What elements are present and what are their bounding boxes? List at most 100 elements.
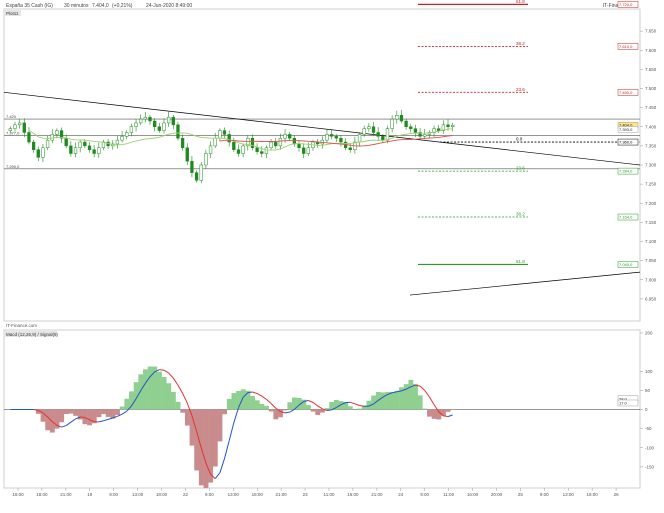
candle-body — [167, 117, 170, 123]
candle-body — [32, 142, 35, 150]
osc-histogram-bar — [250, 396, 255, 410]
candle-body — [386, 129, 389, 140]
candle-body — [302, 148, 305, 154]
x-axis-label: 26 — [614, 492, 620, 497]
candle-body — [284, 134, 287, 138]
candle-body — [242, 146, 245, 154]
price-panel-frame — [4, 9, 640, 321]
price-axis-label: 6.950 — [645, 296, 657, 301]
x-axis-label: 16:00 — [347, 492, 359, 497]
osc-histogram-bar — [446, 410, 451, 412]
candle-body — [279, 138, 282, 146]
candle-body — [335, 136, 338, 138]
candle-body — [409, 127, 412, 129]
candle-body — [218, 131, 221, 139]
candle-body — [200, 165, 203, 180]
osc-title: Macd (12,26,9) / Signal(9) — [6, 332, 59, 337]
candle-body — [23, 123, 26, 133]
x-axis-label: 18:00 — [252, 492, 264, 497]
candle-body — [447, 125, 450, 127]
osc-histogram-bar — [273, 410, 278, 420]
candle-body — [400, 115, 403, 121]
candle-body — [130, 127, 133, 133]
osc-value-label: 17.0 — [619, 400, 628, 405]
fibo-level-label: 23.6 — [516, 87, 525, 92]
osc-histogram-bar — [427, 410, 432, 417]
candle-body — [135, 123, 138, 127]
x-axis-label: 21:00 — [276, 492, 288, 497]
price-axis-label: 7.300 — [645, 163, 657, 168]
osc-histogram-bar — [115, 410, 120, 415]
osc-histogram-bar — [325, 408, 330, 409]
osc-signal-segment — [443, 416, 448, 417]
reference-label: 7.420 — [6, 114, 17, 119]
osc-histogram-bar — [45, 410, 50, 431]
fibo-price-label: 7.040,0 — [619, 262, 633, 267]
osc-histogram-bar — [69, 410, 74, 414]
candle-body — [121, 136, 124, 140]
osc-histogram-bar — [269, 410, 274, 412]
candle-body — [18, 123, 21, 125]
osc-histogram-bar — [348, 406, 353, 409]
osc-histogram-bar — [218, 410, 223, 442]
candle-body — [237, 150, 240, 154]
header-last: 7.404,0 — [92, 3, 109, 9]
reference-label: 7.377,0 — [6, 131, 20, 136]
candle-body — [186, 148, 189, 161]
fibo-level-label: 23.6 — [516, 166, 525, 171]
osc-axis-label: 50 — [645, 388, 651, 393]
x-axis-label: 23 — [303, 492, 309, 497]
osc-histogram-bar — [329, 402, 334, 410]
osc-histogram-bar — [171, 392, 176, 410]
osc-axis-label: -150 — [645, 464, 655, 469]
osc-histogram-bar — [120, 407, 125, 410]
candle-body — [363, 129, 366, 135]
x-axis-label: 18:00 — [587, 492, 599, 497]
osc-histogram-bar — [357, 409, 362, 410]
candle-body — [144, 117, 147, 119]
osc-axis-label: -100 — [645, 445, 655, 450]
price-axis-label: 7.150 — [645, 220, 657, 225]
osc-axis-label: 200 — [645, 331, 653, 336]
candle-body — [116, 140, 119, 144]
osc-histogram-bar — [394, 391, 399, 410]
candle-body — [163, 123, 166, 131]
x-axis-label: 13:00 — [228, 492, 240, 497]
chart-root: España 35 Cash (IG) 30 minutos 7.404,0 (… — [0, 0, 664, 508]
osc-histogram-bar — [241, 389, 246, 409]
x-axis-label: 16:00 — [467, 492, 479, 497]
candle-body — [423, 134, 426, 136]
candle-body — [340, 138, 343, 142]
candle-body — [349, 148, 352, 150]
candle-body — [158, 127, 161, 131]
candle-body — [14, 125, 17, 129]
candle-body — [28, 132, 31, 142]
x-axis-label: 11:00 — [324, 492, 335, 497]
fibo-level-label: 38.2 — [516, 212, 525, 217]
x-axis-label: 20:00 — [491, 492, 503, 497]
osc-signal-segment — [327, 410, 332, 411]
candle-body — [46, 140, 49, 148]
x-axis-label: 9:00 — [205, 492, 214, 497]
candle-body — [149, 117, 152, 121]
osc-histogram-bar — [255, 400, 260, 409]
osc-histogram-bar — [166, 383, 171, 409]
candle-body — [437, 129, 440, 131]
candle-body — [153, 121, 156, 127]
fibo-level-label: 61.8 — [516, 259, 525, 264]
candle-body — [83, 142, 86, 146]
candle-body — [37, 150, 40, 158]
header-datetime: 24-Jun-2020 8:49:00 — [146, 3, 192, 9]
fibo-level-label: 0.0 — [516, 137, 523, 142]
candle-body — [260, 152, 263, 154]
candle-body — [74, 148, 77, 154]
candle-body — [228, 134, 231, 142]
osc-histogram-bar — [311, 410, 316, 412]
badge-text: Plot11 — [6, 11, 19, 16]
osc-histogram-bar — [59, 410, 64, 423]
candle-body — [195, 173, 198, 181]
candle-body — [79, 142, 82, 148]
panel-watermark: IT-Finance.com — [6, 323, 37, 328]
price-axis-label: 7.450 — [645, 105, 657, 110]
candle-body — [367, 127, 370, 129]
